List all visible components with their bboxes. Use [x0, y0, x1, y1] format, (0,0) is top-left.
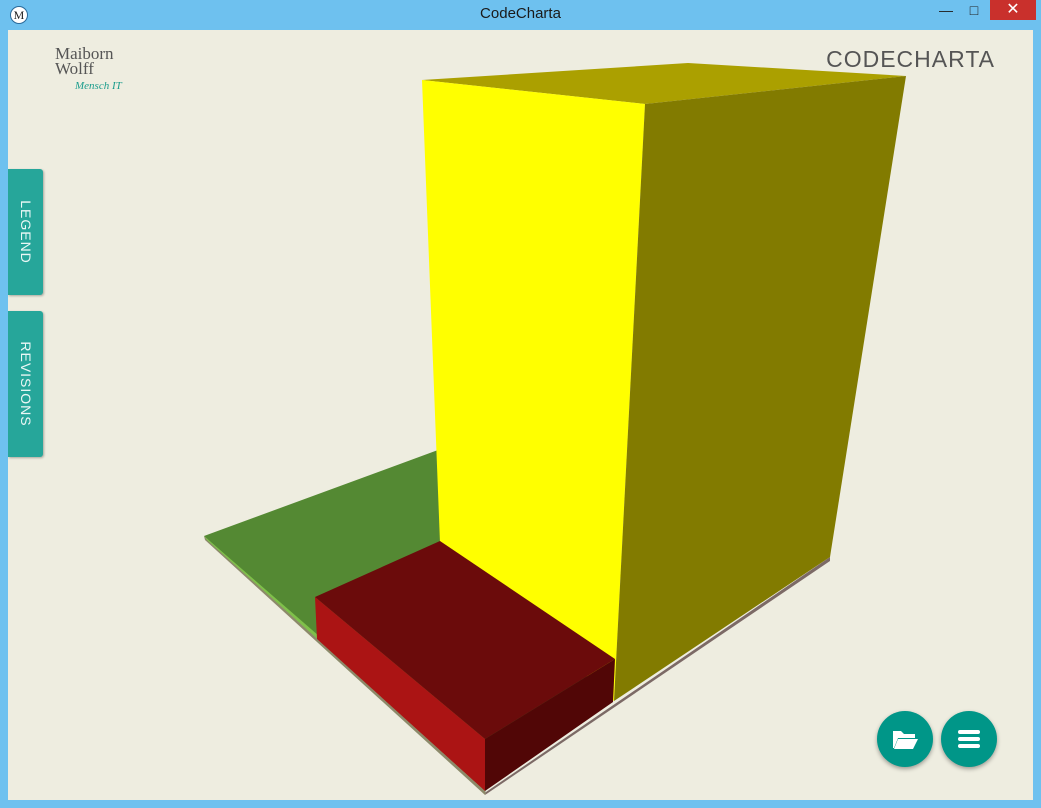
- app-canvas[interactable]: Maiborn Wolff Mensch IT CODECHARTA LEGEN…: [8, 30, 1033, 800]
- logo-tagline: Mensch IT: [75, 80, 122, 92]
- codecharta-brand: CODECHARTA: [826, 46, 995, 72]
- menu-button[interactable]: [941, 711, 997, 767]
- code-map-3d[interactable]: [8, 30, 1033, 800]
- tab-legend-label: LEGEND: [17, 200, 34, 264]
- minimize-button[interactable]: —: [932, 2, 960, 24]
- folder-open-icon: [893, 731, 918, 749]
- tab-legend[interactable]: LEGEND: [8, 169, 43, 295]
- maximize-button[interactable]: □: [960, 2, 988, 24]
- logo-line2: Wolff: [55, 59, 94, 78]
- window-titlebar[interactable]: M CodeCharta — □ ✕: [0, 0, 1041, 30]
- maibornwolff-logo: Maiborn Wolff Mensch IT: [55, 45, 122, 94]
- window-title: CodeCharta: [480, 5, 561, 22]
- close-button[interactable]: ✕: [990, 0, 1036, 20]
- open-file-button[interactable]: [877, 711, 933, 767]
- menu-icon: [958, 730, 980, 748]
- tab-revisions-label: REVISIONS: [17, 341, 34, 427]
- tab-revisions[interactable]: REVISIONS: [8, 311, 43, 457]
